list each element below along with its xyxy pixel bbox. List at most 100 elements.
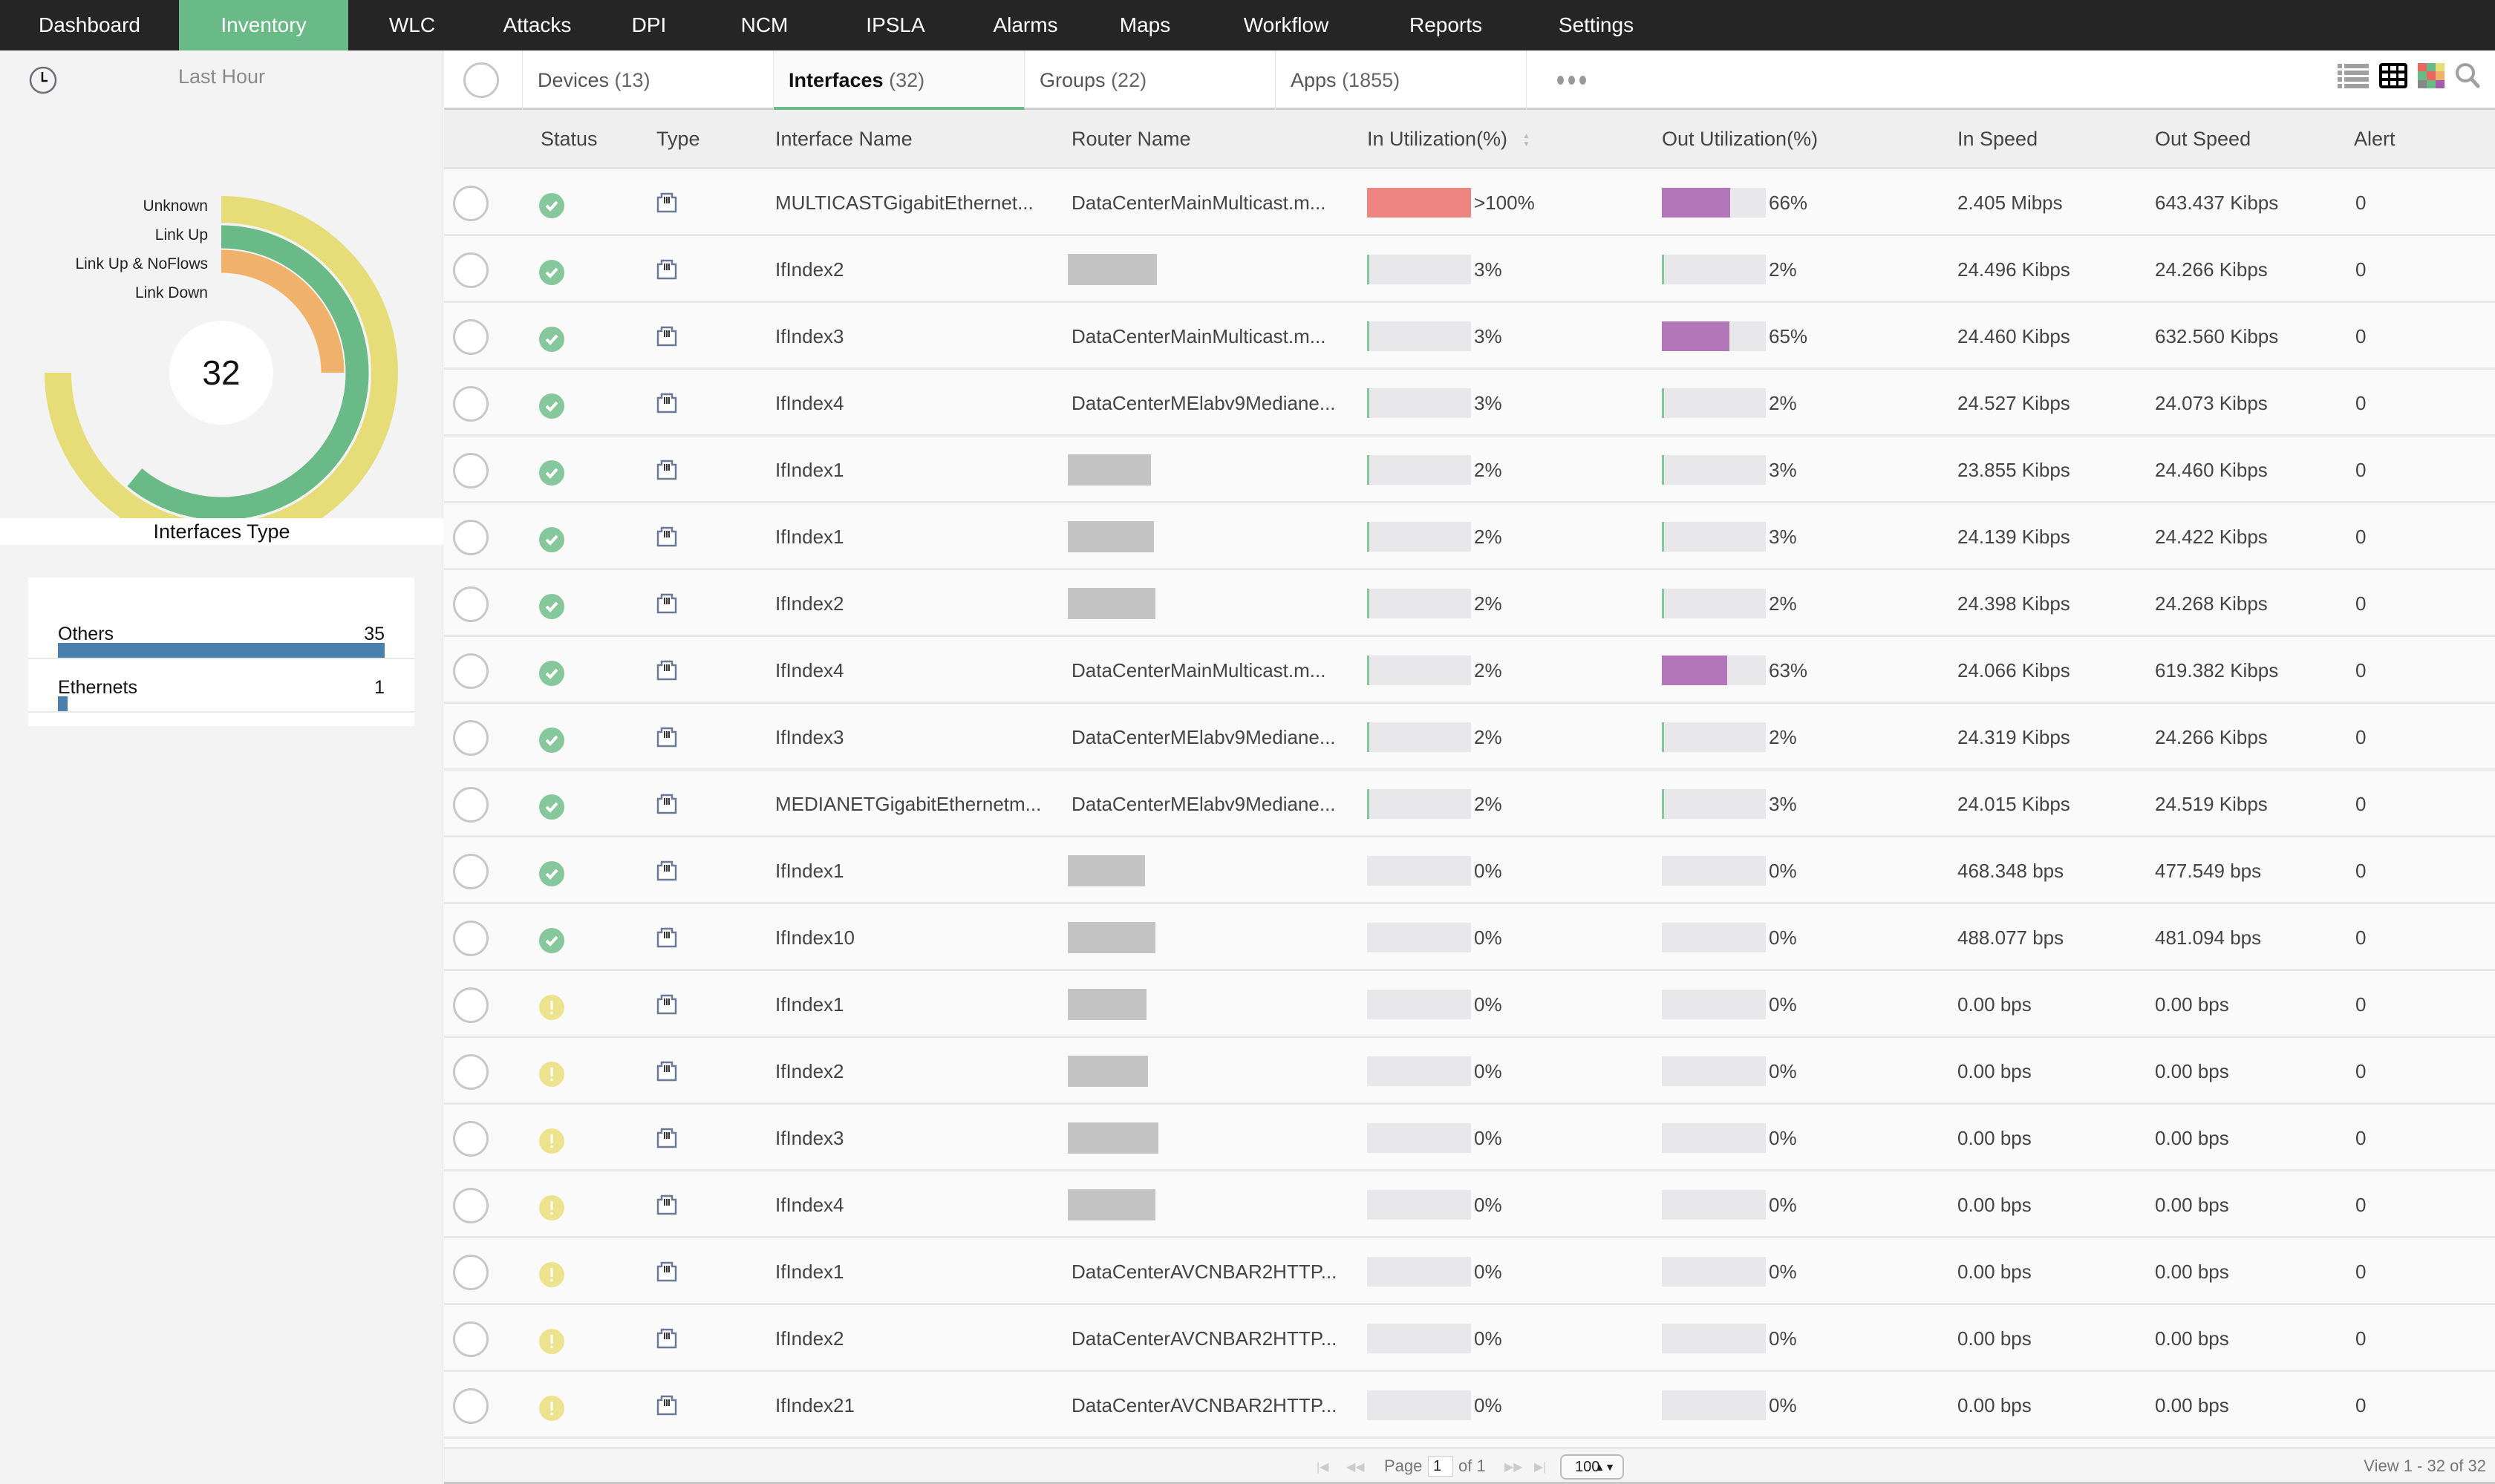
- interface-name-link[interactable]: IfIndex4: [775, 392, 844, 415]
- nav-item-dashboard[interactable]: Dashboard: [0, 0, 179, 50]
- nav-item-ncm[interactable]: NCM: [699, 0, 829, 50]
- alert-count[interactable]: 0: [2355, 392, 2366, 415]
- alert-count[interactable]: 0: [2355, 726, 2366, 749]
- column-header-interface-name[interactable]: Interface Name: [775, 128, 913, 151]
- table-row[interactable]: IfIndex2 0% 0% 0.00 bps 0.00 bps 0: [444, 1038, 2495, 1105]
- row-select-checkbox[interactable]: [453, 1121, 489, 1157]
- column-header-type[interactable]: Type: [656, 128, 700, 151]
- nav-item-maps[interactable]: Maps: [1089, 0, 1201, 50]
- column-header-out-utilization[interactable]: Out Utilization(%): [1662, 128, 1818, 151]
- grid-view-icon[interactable]: [2379, 63, 2407, 88]
- nav-item-alarms[interactable]: Alarms: [962, 0, 1089, 50]
- alert-count[interactable]: 0: [2355, 192, 2366, 215]
- table-row[interactable]: IfIndex3 DataCenterMainMulticast.m... 3% 65…: [444, 303, 2495, 370]
- alert-count[interactable]: 0: [2355, 592, 2366, 615]
- table-row[interactable]: MULTICASTGigabitEthernet... DataCenterMai…: [444, 169, 2495, 236]
- nav-item-workflow[interactable]: Workflow: [1201, 0, 1372, 50]
- nav-item-wlc[interactable]: WLC: [348, 0, 476, 50]
- first-page-icon[interactable]: |◀: [1317, 1460, 1328, 1474]
- alert-count[interactable]: 0: [2355, 659, 2366, 682]
- last-page-icon[interactable]: ▶|: [1534, 1460, 1546, 1474]
- search-icon[interactable]: [2455, 62, 2480, 89]
- interface-name-link[interactable]: IfIndex21: [775, 1394, 855, 1417]
- interface-name-link[interactable]: IfIndex3: [775, 726, 844, 749]
- interface-name-link[interactable]: IfIndex1: [775, 860, 844, 883]
- row-select-checkbox[interactable]: [453, 987, 489, 1023]
- table-row[interactable]: MEDIANETGigabitEthernetm... DataCenterMEl…: [444, 771, 2495, 837]
- table-row[interactable]: IfIndex3 0% 0% 0.00 bps 0.00 bps 0: [444, 1105, 2495, 1171]
- router-name-link[interactable]: DataCenterMainMulticast.m...: [1072, 659, 1325, 682]
- column-header-router-name[interactable]: Router Name: [1072, 128, 1191, 151]
- router-name-link[interactable]: DataCenterMainMulticast.m...: [1072, 192, 1325, 215]
- row-select-checkbox[interactable]: [453, 186, 489, 221]
- more-tabs-button[interactable]: [1527, 50, 1616, 110]
- interface-name-link[interactable]: MEDIANETGigabitEthernetm...: [775, 793, 1041, 816]
- row-select-checkbox[interactable]: [453, 1188, 489, 1223]
- table-row[interactable]: IfIndex2 3% 2% 24.496 Kibps 24.266 Kibps 0: [444, 236, 2495, 303]
- table-row[interactable]: IfIndex3 DataCenterMElabv9Mediane... 2% 2% 2…: [444, 704, 2495, 771]
- alert-count[interactable]: 0: [2355, 860, 2366, 883]
- table-row[interactable]: IfIndex1 0% 0% 0.00 bps 0.00 bps 0: [444, 971, 2495, 1038]
- row-select-checkbox[interactable]: [453, 787, 489, 823]
- heatmap-view-icon[interactable]: [2418, 63, 2445, 88]
- tab-interfaces[interactable]: Interfaces (32): [774, 50, 1025, 110]
- nav-item-reports[interactable]: Reports: [1372, 0, 1520, 50]
- alert-count[interactable]: 0: [2355, 1194, 2366, 1217]
- alert-count[interactable]: 0: [2355, 1327, 2366, 1350]
- table-row[interactable]: IfIndex1 2% 3% 24.139 Kibps 24.422 Kibps 0: [444, 503, 2495, 570]
- nav-item-dpi[interactable]: DPI: [599, 0, 699, 50]
- sort-icon[interactable]: ▲▼: [1522, 132, 1530, 148]
- type-row-ethernets[interactable]: Ethernets 1: [28, 661, 414, 713]
- row-select-checkbox[interactable]: [453, 1255, 489, 1290]
- row-select-checkbox[interactable]: [453, 1321, 489, 1357]
- table-row[interactable]: IfIndex1 DataCenterAVCNBAR2HTTP... 0% 0% 0.0…: [444, 1238, 2495, 1305]
- interface-name-link[interactable]: IfIndex1: [775, 1261, 844, 1284]
- row-select-checkbox[interactable]: [453, 921, 489, 956]
- tab-devices[interactable]: Devices (13): [523, 50, 774, 110]
- interface-name-link[interactable]: IfIndex4: [775, 659, 844, 682]
- nav-item-inventory[interactable]: Inventory: [179, 0, 348, 50]
- row-select-checkbox[interactable]: [453, 252, 489, 288]
- table-row[interactable]: IfIndex2 2% 2% 24.398 Kibps 24.268 Kibps 0: [444, 570, 2495, 637]
- router-name-link[interactable]: DataCenterMElabv9Mediane...: [1072, 392, 1336, 415]
- row-select-checkbox[interactable]: [453, 653, 489, 689]
- tab-apps[interactable]: Apps (1855): [1276, 50, 1527, 110]
- router-name-link[interactable]: DataCenterMElabv9Mediane...: [1072, 726, 1336, 749]
- alert-count[interactable]: 0: [2355, 793, 2366, 816]
- row-select-checkbox[interactable]: [453, 520, 489, 555]
- table-row[interactable]: IfIndex10 0% 0% 488.077 bps 481.094 bps 0: [444, 904, 2495, 971]
- row-select-checkbox[interactable]: [453, 1054, 489, 1090]
- column-header-out-speed[interactable]: Out Speed: [2155, 128, 2251, 151]
- column-header-status[interactable]: Status: [541, 128, 598, 151]
- next-page-icon[interactable]: ▶▶: [1504, 1460, 1523, 1474]
- table-row[interactable]: IfIndex1 0% 0% 468.348 bps 477.549 bps 0: [444, 837, 2495, 904]
- type-row-others[interactable]: Others 35: [28, 607, 414, 659]
- interface-name-link[interactable]: IfIndex1: [775, 993, 844, 1016]
- row-select-checkbox[interactable]: [453, 453, 489, 488]
- table-row[interactable]: IfIndex4 DataCenterMainMulticast.m... 2% 63…: [444, 637, 2495, 704]
- alert-count[interactable]: 0: [2355, 325, 2366, 348]
- nav-item-attacks[interactable]: Attacks: [476, 0, 599, 50]
- page-size-select[interactable]: 100 ▲▼: [1560, 1454, 1624, 1480]
- nav-item-settings[interactable]: Settings: [1520, 0, 1672, 50]
- table-row[interactable]: IfIndex21 DataCenterAVCNBAR2HTTP... 0% 0% 0.…: [444, 1372, 2495, 1439]
- list-view-icon[interactable]: [2338, 62, 2369, 89]
- interface-name-link[interactable]: IfIndex4: [775, 1194, 844, 1217]
- router-name-link[interactable]: DataCenterMElabv9Mediane...: [1072, 793, 1336, 816]
- interface-name-link[interactable]: MULTICASTGigabitEthernet...: [775, 192, 1034, 215]
- alert-count[interactable]: 0: [2355, 258, 2366, 281]
- row-select-checkbox[interactable]: [453, 386, 489, 422]
- table-row[interactable]: IfIndex4 0% 0% 0.00 bps 0.00 bps 0: [444, 1171, 2495, 1238]
- interface-name-link[interactable]: IfIndex3: [775, 1127, 844, 1150]
- table-row[interactable]: IfIndex1 2% 3% 23.855 Kibps 24.460 Kibps 0: [444, 437, 2495, 503]
- interface-name-link[interactable]: IfIndex1: [775, 459, 844, 482]
- interface-name-link[interactable]: IfIndex2: [775, 1327, 844, 1350]
- column-header-in-speed[interactable]: In Speed: [1957, 128, 2038, 151]
- tab-groups[interactable]: Groups (22): [1025, 50, 1276, 110]
- row-select-checkbox[interactable]: [453, 319, 489, 355]
- router-name-link[interactable]: DataCenterAVCNBAR2HTTP...: [1072, 1327, 1337, 1350]
- table-row[interactable]: IfIndex4 DataCenterMElabv9Mediane... 3% 2% 2…: [444, 370, 2495, 437]
- nav-item-ipsla[interactable]: IPSLA: [829, 0, 962, 50]
- page-number-input[interactable]: [1428, 1456, 1453, 1477]
- select-all-toggle[interactable]: [444, 50, 523, 110]
